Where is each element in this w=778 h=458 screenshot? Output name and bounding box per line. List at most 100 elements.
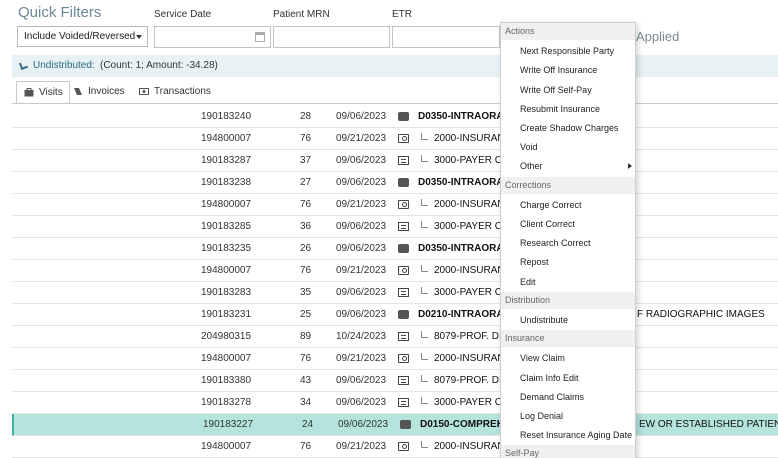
- menu-item-reset-insurance-aging-date[interactable]: Reset Insurance Aging Date: [520, 430, 632, 440]
- tab-visits-label: Visits: [39, 87, 63, 98]
- table-row[interactable]: 194800007 76 09/21/2023 2000-INSURAN: [12, 348, 778, 370]
- voided-filter-select[interactable]: Include Voided/Reversed: [17, 26, 148, 47]
- row-code-text: 2000-INSURAN: [434, 441, 505, 452]
- row-code: 2000-INSURAN: [421, 441, 505, 452]
- undistributed-link[interactable]: Undistributed:: [33, 60, 95, 71]
- row-sequence: 76: [300, 133, 312, 144]
- row-date: 09/21/2023: [336, 199, 387, 210]
- row-code: 2000-INSURAN: [421, 133, 505, 144]
- row-sequence: 36: [300, 221, 312, 232]
- stack-icon: [398, 178, 409, 187]
- row-code: 2000-INSURAN: [421, 199, 505, 210]
- menu-item-repost[interactable]: Repost: [520, 257, 549, 267]
- service-date-label: Service Date: [154, 9, 212, 20]
- menu-item-next-responsible-party[interactable]: Next Responsible Party: [520, 46, 614, 56]
- menu-item-create-shadow-charges[interactable]: Create Shadow Charges: [520, 123, 619, 133]
- row-date: 09/06/2023: [336, 397, 387, 408]
- cash-icon: [398, 200, 409, 209]
- reverse-icon: [398, 376, 409, 385]
- menu-item-demand-claims[interactable]: Demand Claims: [520, 392, 584, 402]
- reverse-icon: [398, 332, 409, 341]
- row-visit-id: 190183278: [201, 397, 252, 408]
- menu-item-research-correct[interactable]: Research Correct: [520, 238, 591, 248]
- row-date: 09/06/2023: [336, 243, 387, 254]
- row-date: 09/06/2023: [336, 375, 387, 386]
- table-row[interactable]: 194800007 76 09/21/2023 2000-INSURAN: [12, 436, 778, 458]
- menu-item-edit[interactable]: Edit: [520, 277, 536, 287]
- cash-icon: [398, 134, 409, 143]
- menu-item-log-denial[interactable]: Log Denial: [520, 411, 563, 421]
- table-row[interactable]: 190183235 26 09/06/2023 D0350-INTRAORA: [12, 238, 778, 260]
- stack-icon: [398, 244, 409, 253]
- chevron-down-icon: [136, 35, 142, 39]
- row-date: 09/21/2023: [336, 353, 387, 364]
- menu-item-other[interactable]: Other: [520, 161, 543, 171]
- row-date: 09/06/2023: [336, 177, 387, 188]
- table-row[interactable]: 190183227 24 09/06/2023 D0150-COMPREHE EW OR…: [12, 414, 778, 436]
- etr-label: ETR: [392, 9, 412, 20]
- etr-input[interactable]: [392, 26, 500, 48]
- patient-mrn-input[interactable]: [273, 26, 390, 48]
- menu-item-client-correct[interactable]: Client Correct: [520, 219, 575, 229]
- chevron-right-icon: [628, 163, 632, 170]
- menu-item-view-claim[interactable]: View Claim: [520, 353, 565, 363]
- row-code: D0210-INTRAORA: [418, 309, 504, 320]
- menu-item-void[interactable]: Void: [520, 142, 538, 152]
- row-code: 3000-PAYER CO: [421, 155, 510, 166]
- menu-section-header: Self-Pay: [501, 445, 635, 458]
- row-date: 09/21/2023: [336, 441, 387, 452]
- row-code: 3000-PAYER CO: [421, 221, 510, 232]
- row-code: 3000-PAYER CO: [421, 397, 510, 408]
- table-row[interactable]: 190183283 35 09/06/2023 3000-PAYER CO: [12, 282, 778, 304]
- row-visit-id: 190183227: [203, 419, 254, 430]
- table-row[interactable]: 194800007 76 09/21/2023 2000-INSURAN: [12, 194, 778, 216]
- table-row[interactable]: 190183240 28 09/06/2023 D0350-INTRAORAL: [12, 106, 778, 128]
- menu-item-write-off-self-pay[interactable]: Write Off Self-Pay: [520, 85, 592, 95]
- row-visit-id: 190183287: [201, 155, 252, 166]
- stack-icon: [400, 420, 411, 429]
- row-code: 3000-PAYER CO: [421, 287, 510, 298]
- table-row[interactable]: 190183285 36 09/06/2023 3000-PAYER CO: [12, 216, 778, 238]
- menu-item-charge-correct[interactable]: Charge Correct: [520, 200, 582, 210]
- row-visit-id: 194800007: [201, 133, 252, 144]
- table-row[interactable]: 204980315 89 10/24/2023 8079-PROF. DIS: [12, 326, 778, 348]
- menu-section-header: Insurance: [501, 330, 635, 348]
- row-date: 09/06/2023: [336, 221, 387, 232]
- table-row[interactable]: 194800007 76 09/21/2023 2000-INSURAN: [12, 260, 778, 282]
- table-row[interactable]: 190183231 25 09/06/2023 D0210-INTRAORA F RAD…: [12, 304, 778, 326]
- table-row[interactable]: 190183287 37 09/06/2023 3000-PAYER CO: [12, 150, 778, 172]
- row-sequence: 76: [300, 265, 312, 276]
- service-date-input[interactable]: [154, 26, 271, 48]
- menu-item-undistribute[interactable]: Undistribute: [520, 315, 568, 325]
- menu-section-header: Corrections: [501, 176, 635, 194]
- tab-visits[interactable]: Visits: [16, 81, 70, 104]
- tree-branch-icon: [421, 221, 428, 228]
- tree-branch-icon: [421, 155, 428, 162]
- tab-invoices[interactable]: Invoices: [66, 81, 131, 103]
- row-visit-id: 194800007: [201, 199, 252, 210]
- table-row[interactable]: 190183380 43 09/06/2023 8079-PROF. DIS: [12, 370, 778, 392]
- tree-branch-icon: [421, 265, 428, 272]
- menu-item-resubmit-insurance[interactable]: Resubmit Insurance: [520, 104, 600, 114]
- row-sequence: 43: [300, 375, 312, 386]
- row-sequence: 37: [300, 155, 312, 166]
- row-sequence: 76: [300, 353, 312, 364]
- row-sequence: 89: [300, 331, 312, 342]
- table-row[interactable]: 190183278 34 09/06/2023 3000-PAYER CO: [12, 392, 778, 414]
- row-visit-id: 190183238: [201, 177, 252, 188]
- table-row[interactable]: 194800007 76 09/21/2023 2000-INSURAN: [12, 128, 778, 150]
- row-visit-id: 194800007: [201, 265, 252, 276]
- tree-branch-icon: [421, 397, 428, 404]
- menu-item-claim-info-edit[interactable]: Claim Info Edit: [520, 373, 579, 383]
- row-date: 10/24/2023: [336, 331, 387, 342]
- briefcase-icon: [24, 88, 34, 97]
- voided-filter-value: Include Voided/Reversed: [24, 31, 136, 42]
- row-visit-id: 204980315: [201, 331, 252, 342]
- row-sequence: 24: [302, 419, 314, 430]
- tab-transactions[interactable]: Transactions: [132, 81, 217, 103]
- tree-branch-icon: [421, 441, 428, 448]
- row-code-text: 2000-INSURAN: [434, 353, 505, 364]
- table-row[interactable]: 190183238 27 09/06/2023 D0350-INTRAORA: [12, 172, 778, 194]
- calendar-icon[interactable]: [255, 32, 265, 42]
- menu-item-write-off-insurance[interactable]: Write Off Insurance: [520, 65, 597, 75]
